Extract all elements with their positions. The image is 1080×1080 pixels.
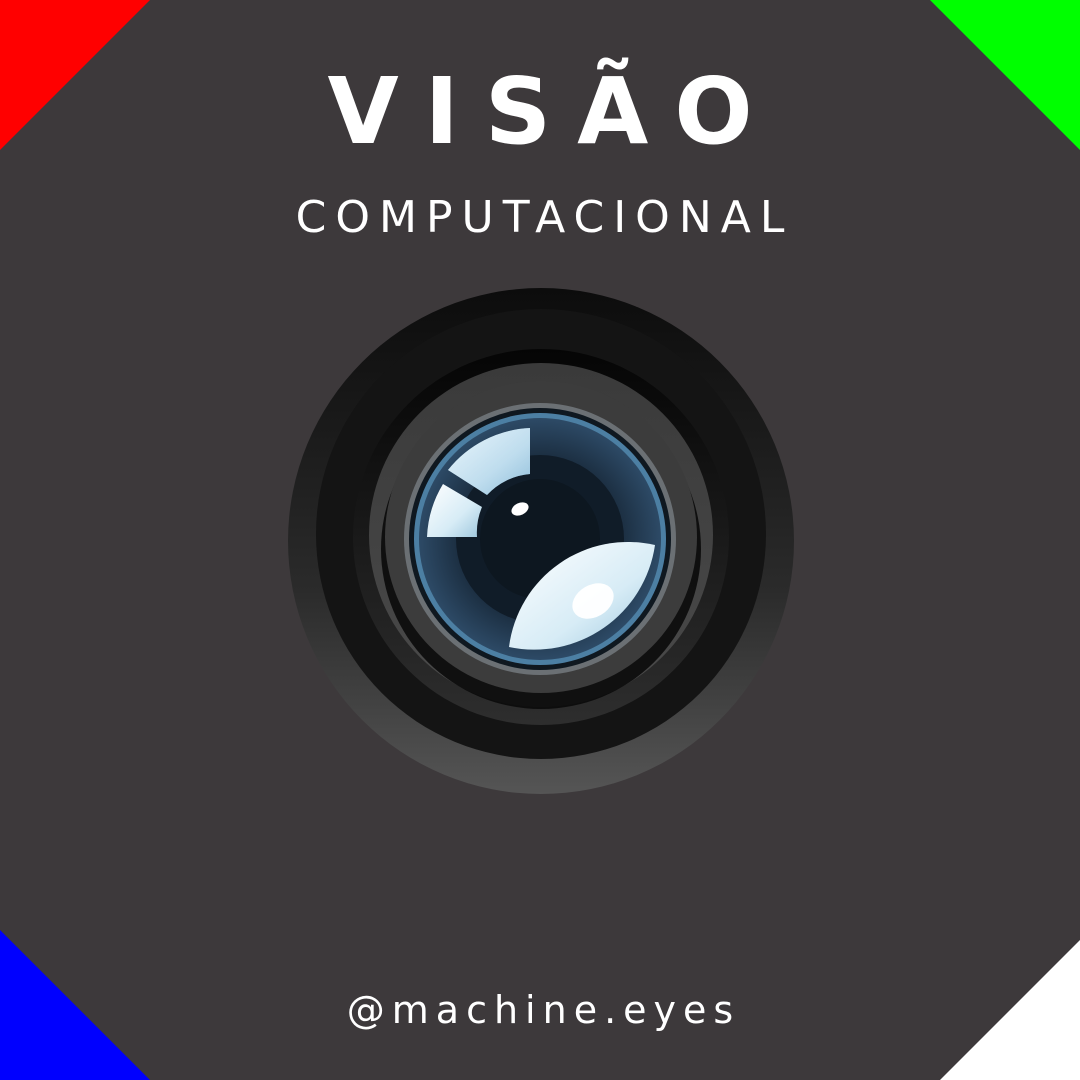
page-subtitle: COMPUTACIONAL [295, 192, 794, 243]
instagram-handle: @machine.eyes [346, 988, 741, 1032]
camera-lens-icon [288, 288, 794, 794]
post-canvas: VISÃO COMPUTACIONAL @machine.eyes [0, 0, 1080, 1080]
page-title: VISÃO [327, 58, 779, 165]
